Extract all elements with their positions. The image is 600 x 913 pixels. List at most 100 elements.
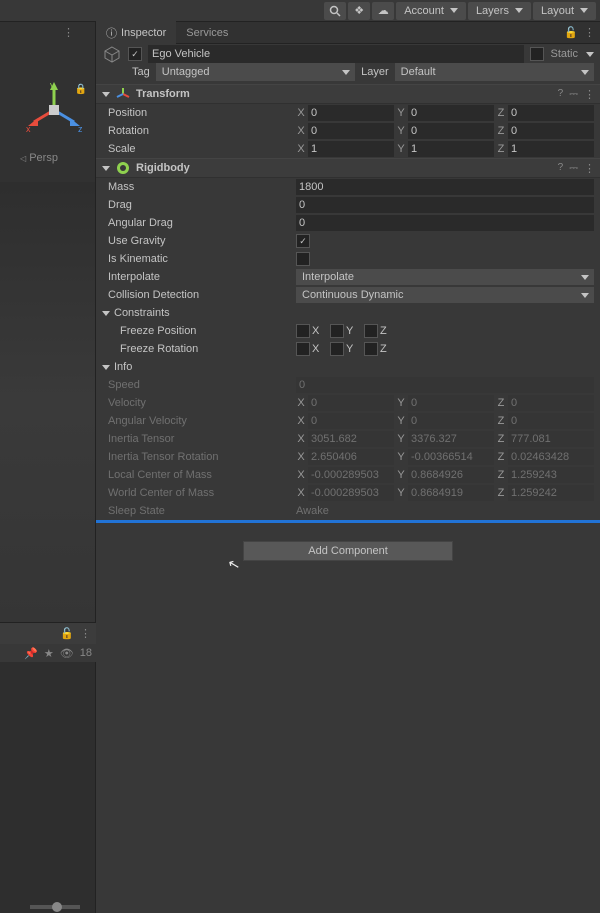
local-com-z-field: 1.259243 <box>508 467 594 483</box>
tab-menu-icon[interactable]: ⋮ <box>584 26 594 39</box>
account-dropdown[interactable]: Account <box>396 2 466 20</box>
freeze-pos-z-checkbox[interactable] <box>364 324 378 338</box>
visibility-count: 18 <box>80 647 92 659</box>
static-dropdown-icon[interactable] <box>586 52 594 57</box>
tag-layer-row: Tag Untagged Layer Default <box>96 64 600 84</box>
chevron-down-icon <box>342 70 350 75</box>
world-com-y-field: 0.8684919 <box>408 485 494 501</box>
scale-x-field[interactable]: 1 <box>308 141 394 157</box>
chevron-down-icon <box>581 293 589 298</box>
tag-label: Tag <box>132 66 150 78</box>
position-x-field[interactable]: 0 <box>308 105 394 121</box>
preset-icon[interactable]: ⎓ <box>569 162 578 175</box>
static-checkbox[interactable] <box>530 47 544 61</box>
freeze-pos-y-checkbox[interactable] <box>330 324 344 338</box>
angular-drag-field[interactable]: 0 <box>296 215 594 231</box>
tab-inspector-label: Inspector <box>121 27 166 39</box>
scale-y-field[interactable]: 1 <box>408 141 494 157</box>
layer-dropdown[interactable]: Default <box>395 63 594 81</box>
world-com-label: World Center of Mass <box>108 487 296 499</box>
use-gravity-label: Use Gravity <box>108 235 296 247</box>
lock-icon[interactable]: 🔒 <box>75 84 87 95</box>
foldout-icon <box>102 166 110 171</box>
gameobject-name-field[interactable]: Ego Vehicle <box>148 45 524 63</box>
speed-field: 0 <box>296 377 594 393</box>
chevron-down-icon <box>580 8 588 13</box>
axis-y-label: y <box>50 82 55 90</box>
velocity-y-field: 0 <box>408 395 494 411</box>
constraints-foldout[interactable]: Constraints <box>96 304 600 322</box>
rotation-z-field[interactable]: 0 <box>508 123 594 139</box>
freeze-rot-z-checkbox[interactable] <box>364 342 378 356</box>
y-label: Y <box>396 107 406 119</box>
scale-z-field[interactable]: 1 <box>508 141 594 157</box>
mass-label: Mass <box>108 181 296 193</box>
favorite-icon[interactable]: ★ <box>44 647 54 660</box>
use-gravity-checkbox[interactable]: ✓ <box>296 234 310 248</box>
add-component-button[interactable]: Add Component <box>243 541 453 561</box>
rotation-x-field[interactable]: 0 <box>308 123 394 139</box>
tab-services[interactable]: Services <box>176 23 238 43</box>
layers-dropdown[interactable]: Layers <box>468 2 531 20</box>
rotation-y-field[interactable]: 0 <box>408 123 494 139</box>
inspector-icon: ⓘ <box>106 25 117 41</box>
layers-label: Layers <box>476 5 509 17</box>
foldout-icon <box>102 311 110 316</box>
transform-icon <box>116 87 130 101</box>
is-kinematic-checkbox[interactable] <box>296 252 310 266</box>
tag-dropdown[interactable]: Untagged <box>156 63 355 81</box>
interpolate-dropdown[interactable]: Interpolate <box>296 269 594 285</box>
tab-services-label: Services <box>186 27 228 39</box>
transform-title: Transform <box>136 88 552 100</box>
inertia-z-field: 777.081 <box>508 431 594 447</box>
gameobject-icon[interactable] <box>102 44 122 64</box>
search-button[interactable] <box>324 2 346 20</box>
freeze-pos-x-checkbox[interactable] <box>296 324 310 338</box>
info-label: Info <box>114 361 132 373</box>
projection-label[interactable]: ◁ Persp <box>20 152 58 164</box>
angular-velocity-label: Angular Velocity <box>108 415 296 427</box>
layout-dropdown[interactable]: Layout <box>533 2 596 20</box>
lock-icon[interactable]: 🔓 <box>60 627 74 640</box>
is-kinematic-label: Is Kinematic <box>108 253 296 265</box>
collision-detection-dropdown[interactable]: Continuous Dynamic <box>296 287 594 303</box>
ang-vel-y-field: 0 <box>408 413 494 429</box>
component-menu-icon[interactable]: ⋮ <box>584 162 594 175</box>
tab-inspector[interactable]: ⓘ Inspector <box>96 21 176 45</box>
gameobject-enabled-checkbox[interactable]: ✓ <box>128 47 142 61</box>
velocity-label: Velocity <box>108 397 296 409</box>
transform-component-header[interactable]: Transform ? ⎓ ⋮ <box>96 84 600 104</box>
position-label: Position <box>108 107 296 119</box>
rigidbody-component-header[interactable]: Rigidbody ?⎓⋮ <box>96 158 600 178</box>
gameobject-header: ✓ Ego Vehicle Static <box>96 44 600 64</box>
collab-button[interactable]: ❖ <box>348 2 370 20</box>
local-com-label: Local Center of Mass <box>108 469 296 481</box>
freeze-rot-y-checkbox[interactable] <box>330 342 344 356</box>
interpolate-label: Interpolate <box>108 271 296 283</box>
help-icon[interactable]: ? <box>558 88 564 101</box>
freeze-rot-x-checkbox[interactable] <box>296 342 310 356</box>
visibility-icon[interactable]: 👁 <box>60 647 74 660</box>
thumbnail-size-slider[interactable] <box>30 905 80 909</box>
help-icon[interactable]: ? <box>558 162 564 175</box>
drag-field[interactable]: 0 <box>296 197 594 213</box>
scale-label: Scale <box>108 143 296 155</box>
component-menu-icon[interactable]: ⋮ <box>584 88 594 101</box>
ang-vel-z-field: 0 <box>508 413 594 429</box>
local-com-x-field: -0.000289503 <box>308 467 394 483</box>
position-y-field[interactable]: 0 <box>408 105 494 121</box>
layout-label: Layout <box>541 5 574 17</box>
ang-vel-x-field: 0 <box>308 413 394 429</box>
preset-icon[interactable]: ⎓ <box>569 88 578 101</box>
position-z-field[interactable]: 0 <box>508 105 594 121</box>
rigidbody-icon <box>116 161 130 175</box>
pin-icon[interactable]: 📌 <box>24 647 38 660</box>
scene-3d-viewport[interactable] <box>0 182 95 622</box>
scene-gizmo-area: y x z 🔒 <box>0 22 95 162</box>
cloud-button[interactable]: ☁ <box>372 2 394 20</box>
lock-icon[interactable]: 🔓 <box>564 26 578 39</box>
mass-field[interactable]: 1800 <box>296 179 594 195</box>
panel-menu-icon[interactable]: ⋮ <box>80 627 90 640</box>
info-foldout[interactable]: Info <box>96 358 600 376</box>
search-icon <box>329 5 341 17</box>
